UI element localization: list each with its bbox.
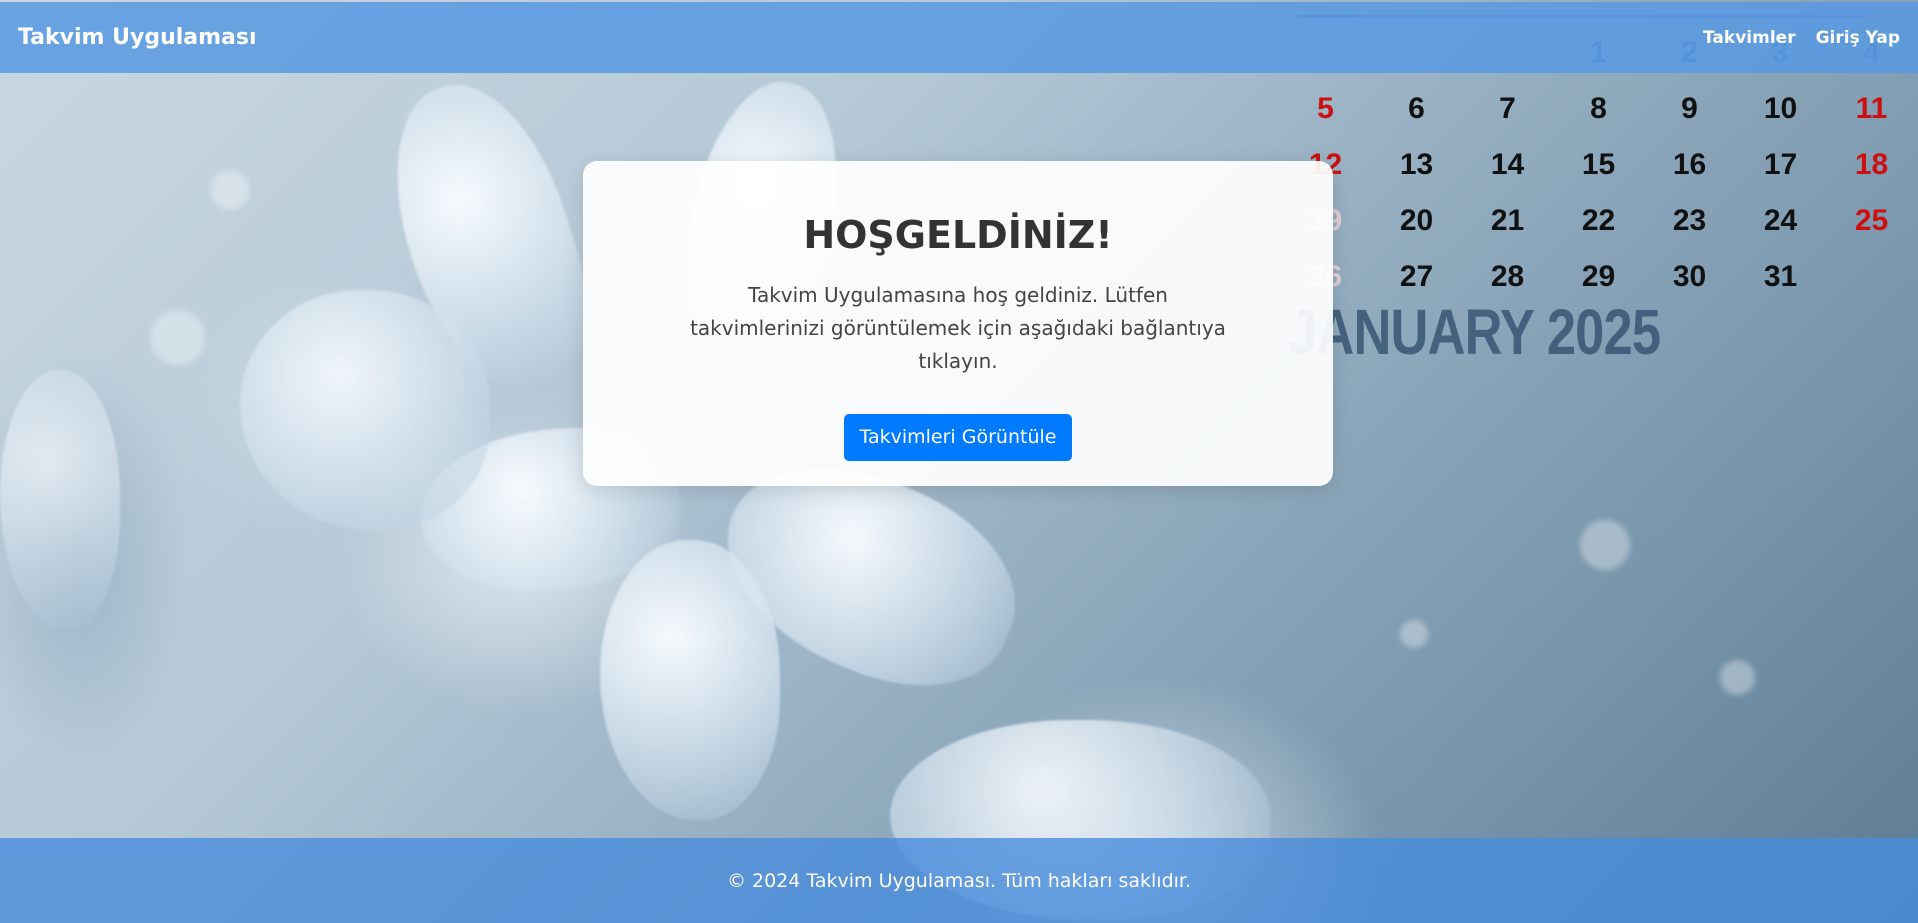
calendar-day: 20: [1399, 204, 1434, 237]
welcome-card: HOŞGELDİNİZ! Takvim Uygulamasına hoş gel…: [583, 161, 1333, 486]
calendar-day: 14: [1490, 148, 1525, 181]
nav-link-login[interactable]: Giriş Yap: [1816, 28, 1900, 48]
welcome-text: Takvim Uygulamasına hoş geldiniz. Lütfen…: [690, 283, 1226, 373]
calendar-day: 23: [1672, 204, 1707, 237]
calendar-day: 5: [1317, 92, 1334, 125]
calendar-day: 17: [1763, 148, 1798, 181]
calendar-day: 10: [1763, 92, 1798, 125]
calendar-day: 13: [1399, 148, 1434, 181]
welcome-title: HOŞGELDİNİZ!: [803, 213, 1113, 257]
nav-link-calendars[interactable]: Takvimler: [1703, 28, 1796, 48]
calendar-day: 21: [1490, 204, 1525, 237]
calendar-month-title: JANUARY 2025: [1288, 296, 1661, 368]
nav-links: Takvimler Giriş Yap: [1703, 28, 1900, 48]
calendar-day: [1826, 249, 1917, 305]
calendar-day: 24: [1763, 204, 1798, 237]
calendar-day: 16: [1672, 148, 1707, 181]
calendar-day: 7: [1499, 92, 1516, 125]
calendar-day: 11: [1855, 92, 1888, 125]
view-calendars-button[interactable]: Takvimleri Görüntüle: [843, 414, 1073, 461]
footer-copyright: © 2024 Takvim Uygulaması. Tüm hakları sa…: [726, 869, 1192, 892]
calendar-day: 22: [1581, 204, 1616, 237]
calendar-day: 8: [1590, 92, 1607, 125]
calendar-day: 6: [1408, 92, 1425, 125]
brand-title[interactable]: Takvim Uygulaması: [18, 25, 257, 50]
footer: © 2024 Takvim Uygulaması. Tüm hakları sa…: [0, 838, 1918, 923]
calendar-day: 9: [1681, 92, 1698, 125]
calendar-day: 15: [1581, 148, 1616, 181]
calendar-day: 18: [1854, 148, 1889, 181]
navbar: Takvim Uygulaması Takvimler Giriş Yap: [0, 2, 1918, 73]
calendar-day: 25: [1854, 204, 1889, 237]
calendar-day: 31: [1763, 260, 1798, 293]
